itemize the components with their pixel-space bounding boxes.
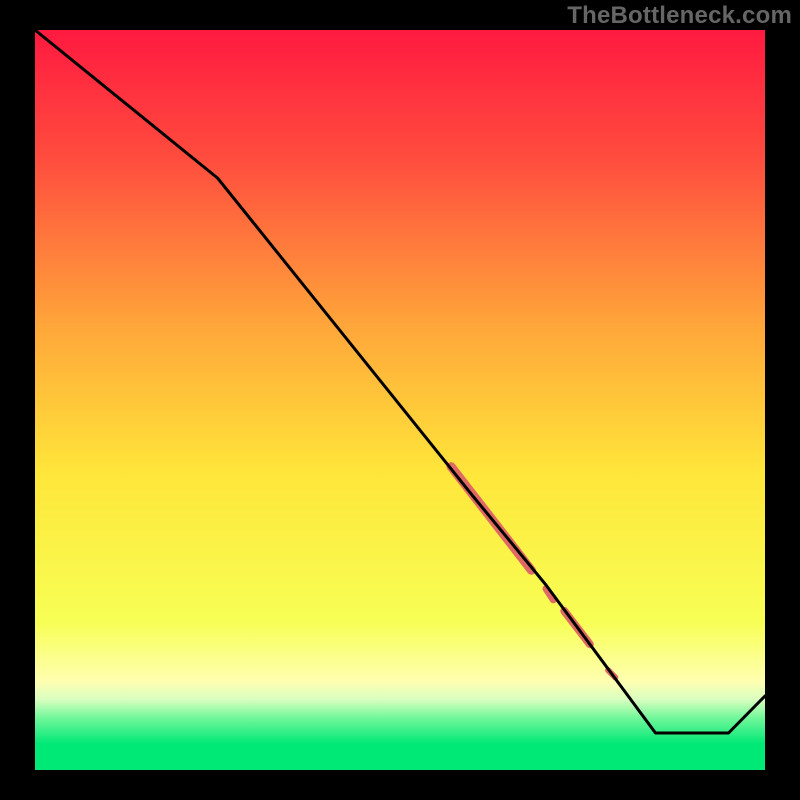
plot-area <box>35 30 765 770</box>
chart-svg <box>35 30 765 770</box>
chart-frame: TheBottleneck.com <box>0 0 800 800</box>
watermark-text: TheBottleneck.com <box>567 2 792 30</box>
gradient-background <box>35 30 765 770</box>
